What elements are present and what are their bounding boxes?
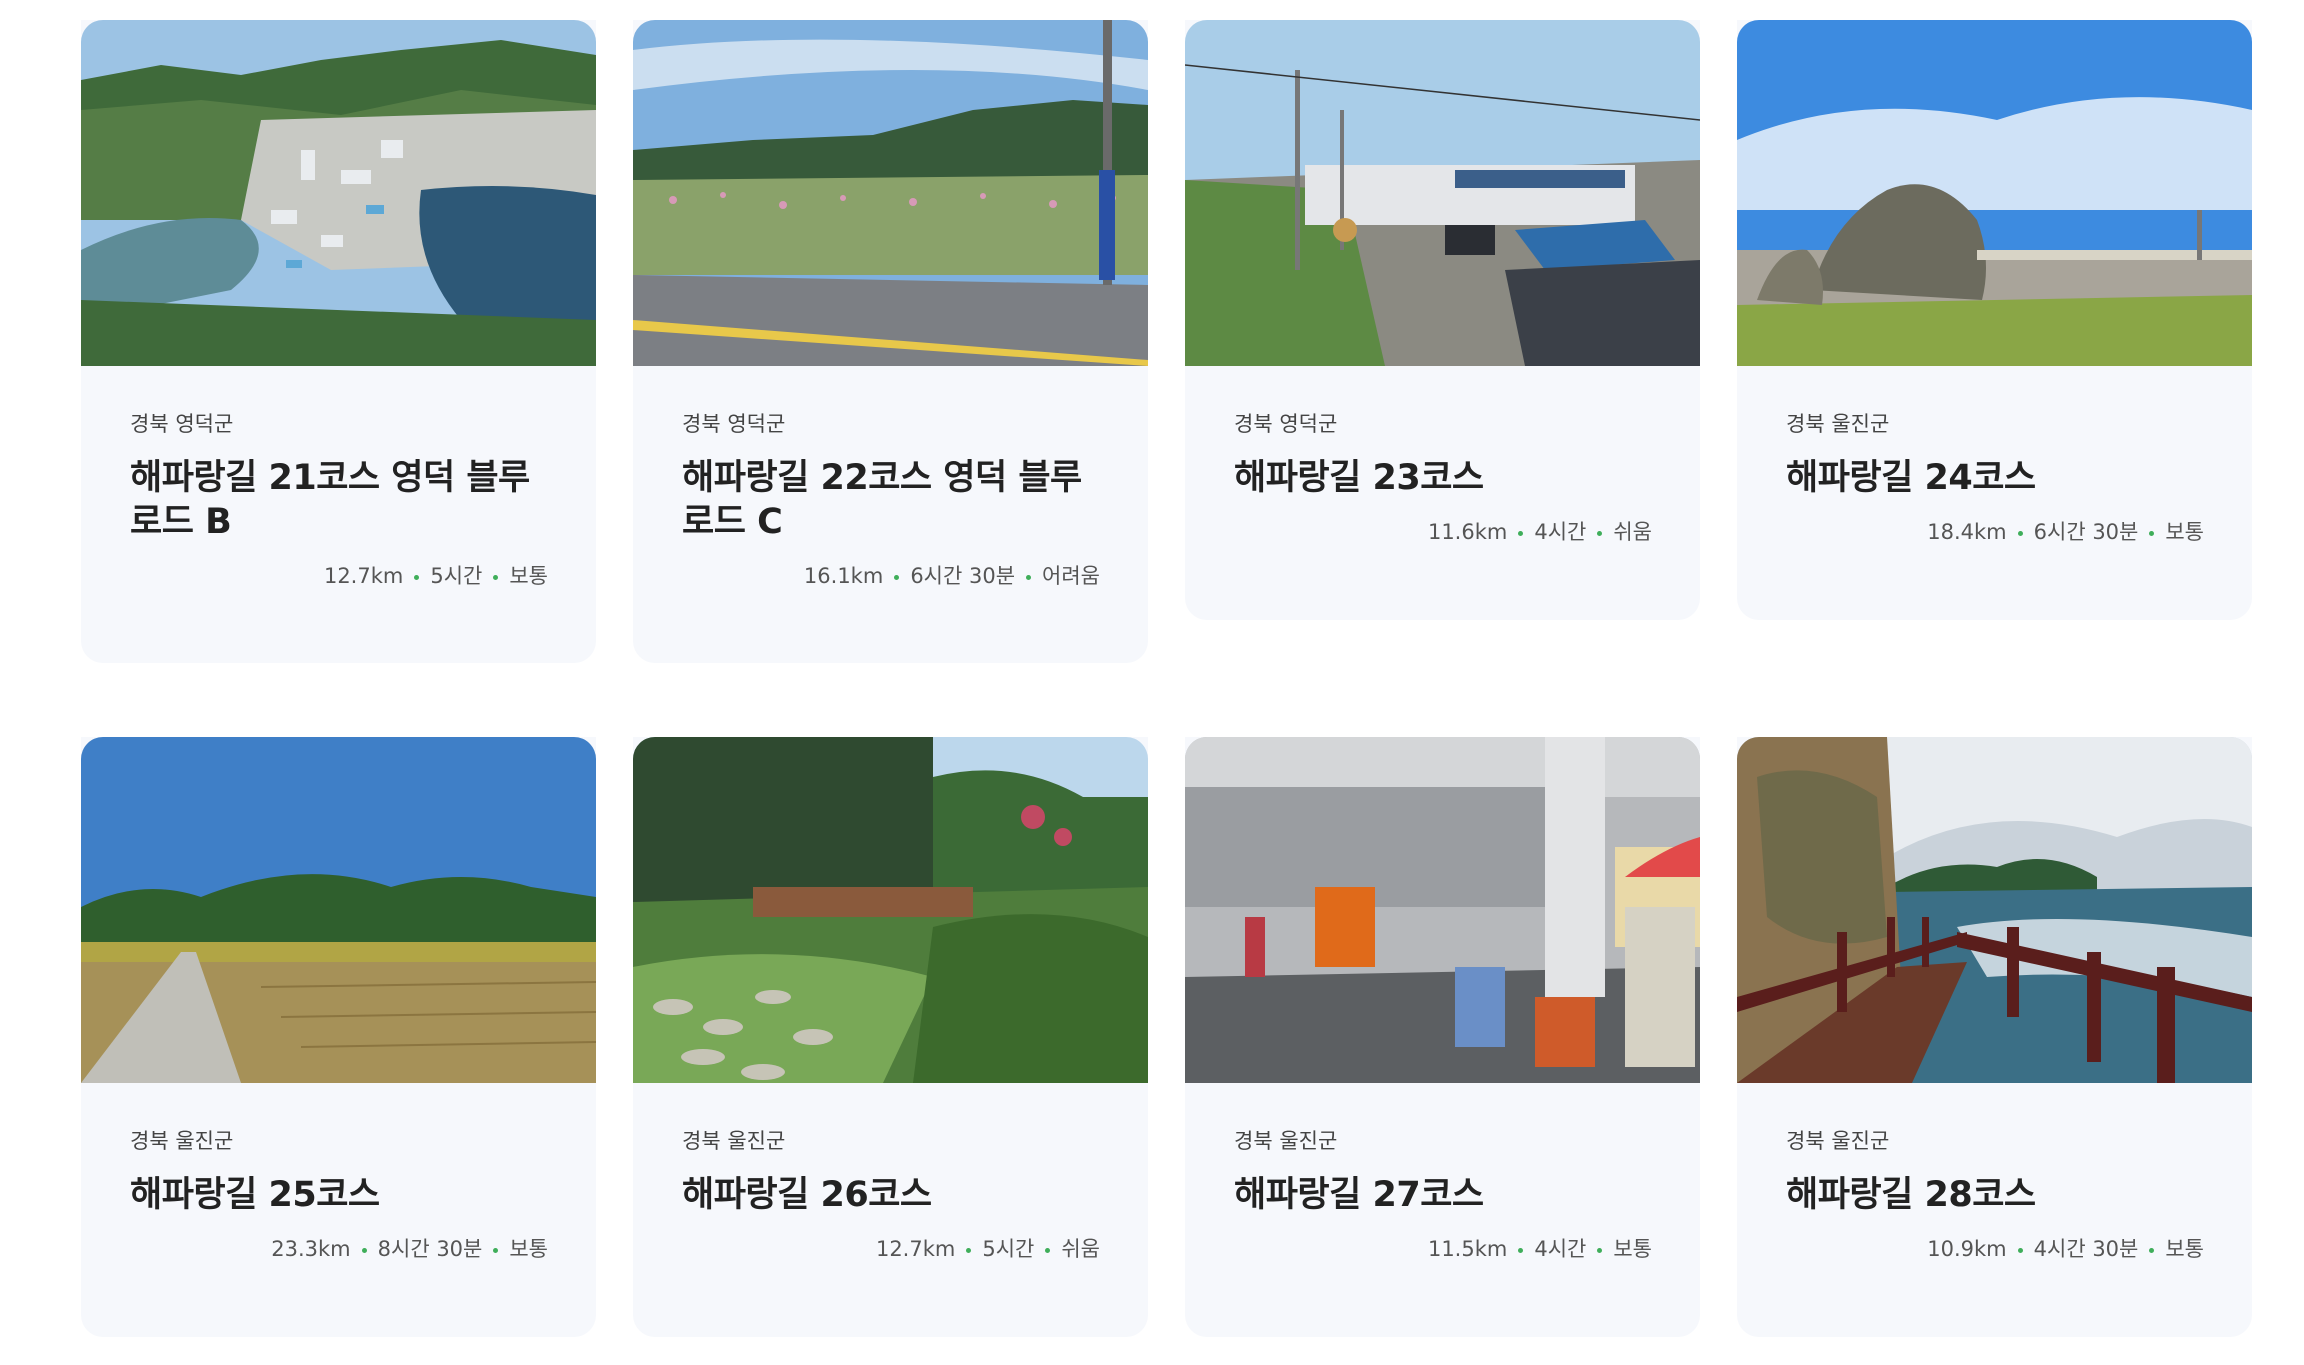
course-region: 경북 울진군 (1786, 1129, 1890, 1153)
separator-dot-icon (1026, 574, 1032, 580)
course-meta: 16.1km 6시간 30분 어려움 (804, 560, 1100, 590)
separator-dot-icon (2017, 530, 2023, 536)
course-photo-sea-boardwalk (1737, 737, 2252, 1083)
course-photo-coastal-rock (1737, 20, 2252, 366)
course-meta: 11.5km 4시간 보통 (1428, 1233, 1652, 1263)
separator-dot-icon (1597, 530, 1603, 536)
course-difficulty: 보통 (2165, 520, 2204, 544)
course-difficulty: 쉬움 (1061, 1237, 1100, 1261)
course-distance: 12.7km (875, 1237, 956, 1261)
separator-dot-icon (1518, 530, 1524, 536)
separator-dot-icon (1597, 1247, 1603, 1253)
course-title[interactable]: 해파랑길 27코스 (1234, 1173, 1654, 1217)
course-region: 경북 영덕군 (1234, 412, 1338, 436)
course-distance: 16.1km (803, 564, 884, 588)
course-difficulty: 쉬움 (1613, 520, 1652, 544)
course-card[interactable]: 경북 울진군 해파랑길 27코스 11.5km 4시간 보통 (1185, 737, 1700, 1337)
course-duration: 5시간 (430, 564, 483, 588)
course-card[interactable]: 경북 울진군 해파랑길 26코스 12.7km 5시간 쉬움 (633, 737, 1148, 1337)
course-duration: 5시간 (982, 1237, 1035, 1261)
course-difficulty: 보통 (1613, 1237, 1652, 1261)
course-meta: 10.9km 4시간 30분 보통 (1927, 1233, 2204, 1263)
course-duration: 4시간 (1534, 520, 1587, 544)
course-difficulty: 보통 (509, 1237, 548, 1261)
course-card[interactable]: 경북 영덕군 해파랑길 23코스 11.6km 4시간 쉬움 (1185, 20, 1700, 620)
course-meta: 11.6km 4시간 쉬움 (1428, 516, 1652, 546)
separator-dot-icon (2149, 1247, 2155, 1253)
course-region: 경북 영덕군 (682, 412, 786, 436)
course-duration: 4시간 30분 (2033, 1237, 2139, 1261)
separator-dot-icon (493, 1247, 499, 1253)
course-title[interactable]: 해파랑길 25코스 (130, 1173, 550, 1217)
course-distance: 18.4km (1927, 520, 2007, 544)
separator-dot-icon (1518, 1247, 1524, 1253)
separator-dot-icon (493, 574, 499, 580)
course-difficulty: 어려움 (1042, 564, 1100, 588)
course-difficulty: 보통 (2165, 1237, 2204, 1261)
course-region: 경북 울진군 (1786, 412, 1890, 436)
course-photo-rice-field-path (81, 737, 596, 1083)
course-distance: 23.3km (271, 1237, 351, 1261)
course-title[interactable]: 해파랑길 21코스 영덕 블루로드 B (130, 456, 550, 544)
course-card[interactable]: 경북 영덕군 해파랑길 21코스 영덕 블루로드 B 12.7km 5시간 보통 (81, 20, 596, 663)
course-distance: 11.6km (1427, 520, 1508, 544)
course-distance: 12.7km (323, 564, 404, 588)
separator-dot-icon (894, 574, 900, 580)
course-duration: 6시간 30분 (2033, 520, 2139, 544)
course-title[interactable]: 해파랑길 22코스 영덕 블루로드 C (682, 456, 1102, 544)
course-photo-fishing-village (1185, 20, 1700, 366)
course-photo-harbor-town (81, 20, 596, 366)
course-photo-fish-market (1185, 737, 1700, 1083)
course-photo-garden (633, 737, 1148, 1083)
course-photo-flower-field (633, 20, 1148, 366)
course-duration: 4시간 (1534, 1237, 1587, 1261)
course-duration: 6시간 30분 (910, 564, 1016, 588)
course-title[interactable]: 해파랑길 24코스 (1786, 456, 2206, 500)
course-title[interactable]: 해파랑길 28코스 (1786, 1173, 2206, 1217)
course-duration: 8시간 30분 (377, 1237, 483, 1261)
course-difficulty: 보통 (509, 564, 548, 588)
course-meta: 12.7km 5시간 보통 (324, 560, 548, 590)
course-distance: 10.9km (1927, 1237, 2007, 1261)
course-region: 경북 울진군 (1234, 1129, 1338, 1153)
course-region: 경북 울진군 (682, 1129, 786, 1153)
course-card[interactable]: 경북 울진군 해파랑길 25코스 23.3km 8시간 30분 보통 (81, 737, 596, 1337)
separator-dot-icon (414, 574, 420, 580)
course-card[interactable]: 경북 울진군 해파랑길 28코스 10.9km 4시간 30분 보통 (1737, 737, 2252, 1337)
course-region: 경북 영덕군 (130, 412, 234, 436)
course-distance: 11.5km (1427, 1237, 1508, 1261)
course-meta: 18.4km 6시간 30분 보통 (1927, 516, 2204, 546)
course-meta: 12.7km 5시간 쉬움 (876, 1233, 1100, 1263)
separator-dot-icon (2149, 530, 2155, 536)
course-title[interactable]: 해파랑길 23코스 (1234, 456, 1654, 500)
course-title[interactable]: 해파랑길 26코스 (682, 1173, 1102, 1217)
separator-dot-icon (361, 1247, 367, 1253)
course-card[interactable]: 경북 울진군 해파랑길 24코스 18.4km 6시간 30분 보통 (1737, 20, 2252, 620)
course-card[interactable]: 경북 영덕군 해파랑길 22코스 영덕 블루로드 C 16.1km 6시간 30분… (633, 20, 1148, 663)
course-region: 경북 울진군 (130, 1129, 234, 1153)
separator-dot-icon (2017, 1247, 2023, 1253)
separator-dot-icon (966, 1247, 972, 1253)
course-meta: 23.3km 8시간 30분 보통 (271, 1233, 548, 1263)
separator-dot-icon (1045, 1247, 1051, 1253)
